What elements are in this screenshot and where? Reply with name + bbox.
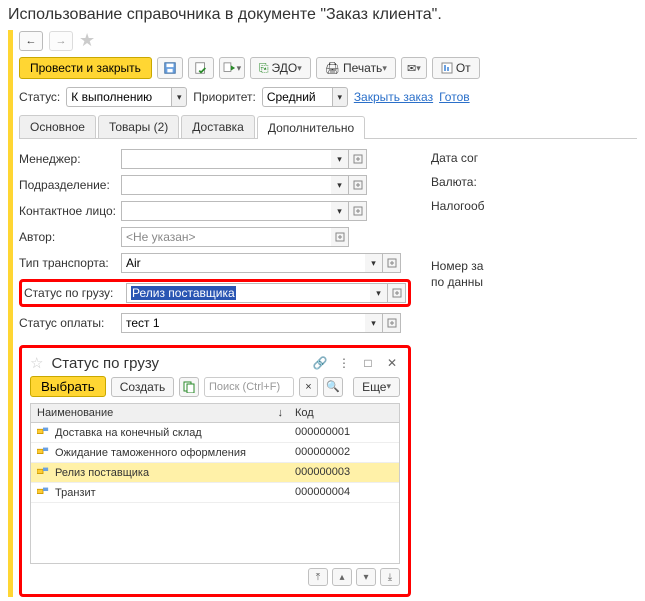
page-title: Использование справочника в документе "З… [8, 6, 637, 24]
cargo-status-highlight: Статус по грузу: Релиз поставщика ▾ [19, 279, 411, 307]
payment-status-dropdown-icon[interactable]: ▾ [365, 313, 383, 333]
post-button[interactable] [188, 57, 214, 79]
list-item-icon [37, 446, 51, 459]
contact-dropdown-icon[interactable]: ▾ [331, 201, 349, 221]
transport-input[interactable] [121, 253, 365, 273]
cargo-status-dropdown-icon[interactable]: ▾ [370, 283, 388, 303]
popup-table: Наименование↓ Код Доставка на конечный с… [30, 403, 400, 564]
col-name-header[interactable]: Наименование↓ [31, 404, 289, 422]
list-item-icon [37, 466, 51, 479]
popup-link-icon[interactable]: 🔗 [312, 356, 328, 370]
popup-title: Статус по грузу [51, 355, 304, 372]
create-from-button[interactable] [219, 57, 245, 79]
tab-0[interactable]: Основное [19, 115, 96, 138]
department-dropdown-icon[interactable]: ▾ [331, 175, 349, 195]
author-input[interactable] [121, 227, 331, 247]
table-row[interactable]: Ожидание таможенного оформления000000002 [31, 443, 399, 463]
date-agree-label: Дата сог [431, 151, 484, 165]
order-no-label: Номер за [431, 259, 484, 273]
save-button[interactable] [157, 57, 183, 79]
cargo-status-input[interactable]: Релиз поставщика [126, 283, 370, 303]
contact-input[interactable] [121, 201, 331, 221]
status-label: Статус: [19, 90, 60, 104]
close-order-link[interactable]: Закрыть заказ [354, 90, 433, 104]
select-button[interactable]: Выбрать [30, 376, 106, 397]
manager-dropdown-icon[interactable]: ▾ [331, 149, 349, 169]
payment-status-open-icon[interactable] [383, 313, 401, 333]
table-nav-up-icon[interactable]: ▴ [332, 568, 352, 586]
table-nav-bottom-icon[interactable]: ⤓ [380, 568, 400, 586]
back-button[interactable]: ← [19, 31, 43, 51]
department-label: Подразделение: [19, 178, 117, 192]
contact-label: Контактное лицо: [19, 204, 117, 218]
reports-button[interactable]: От [432, 57, 480, 79]
status-combo-dropdown-icon[interactable]: ▾ [171, 87, 187, 107]
priority-combo-dropdown-icon[interactable]: ▾ [332, 87, 348, 107]
transport-open-icon[interactable] [383, 253, 401, 273]
transport-dropdown-icon[interactable]: ▾ [365, 253, 383, 273]
author-label: Автор: [19, 230, 117, 244]
priority-combo[interactable] [262, 87, 332, 107]
transport-label: Тип транспорта: [19, 256, 117, 270]
department-open-icon[interactable] [349, 175, 367, 195]
payment-status-label: Статус оплаты: [19, 316, 117, 330]
table-row[interactable]: Транзит000000004 [31, 483, 399, 503]
popup-close-icon[interactable]: ✕ [384, 356, 400, 370]
cargo-status-open-icon[interactable] [388, 283, 406, 303]
col-code-header[interactable]: Код [289, 404, 399, 422]
popup-search-input[interactable]: Поиск (Ctrl+F) [204, 377, 294, 397]
author-open-icon[interactable] [331, 227, 349, 247]
search-button[interactable]: 🔍 [323, 377, 343, 397]
priority-label: Приоритет: [193, 90, 256, 104]
copy-button[interactable] [179, 377, 199, 397]
cargo-status-label: Статус по грузу: [24, 286, 122, 300]
status-combo[interactable] [66, 87, 171, 107]
ready-link[interactable]: Готов [439, 90, 470, 104]
popup-more-icon[interactable]: ⋮ [336, 356, 352, 370]
manager-label: Менеджер: [19, 152, 117, 166]
post-and-close-button[interactable]: Провести и закрыть [19, 57, 152, 79]
by-data-label: по данны [431, 275, 484, 289]
popup-window-icon[interactable]: □ [360, 356, 376, 370]
table-nav-top-icon[interactable]: ⤒ [308, 568, 328, 586]
tab-2[interactable]: Доставка [181, 115, 255, 138]
tax-label: Налогооб [431, 199, 484, 213]
cargo-status-popup: ☆ Статус по грузу 🔗 ⋮ □ ✕ Выбрать Создат… [24, 350, 406, 592]
print-button[interactable]: 🖨Печать [316, 57, 396, 79]
tab-3[interactable]: Дополнительно [257, 116, 365, 139]
table-nav-down-icon[interactable]: ▾ [356, 568, 376, 586]
manager-open-icon[interactable] [349, 149, 367, 169]
tab-1[interactable]: Товары (2) [98, 115, 179, 138]
popup-highlight: ☆ Статус по грузу 🔗 ⋮ □ ✕ Выбрать Создат… [19, 345, 411, 597]
clear-search-button[interactable]: × [299, 377, 319, 397]
manager-input[interactable] [121, 149, 331, 169]
list-item-icon [37, 426, 51, 439]
forward-button[interactable]: → [49, 31, 73, 51]
list-item-icon [37, 486, 51, 499]
table-row[interactable]: Доставка на конечный склад000000001 [31, 423, 399, 443]
table-row[interactable]: Релиз поставщика000000003 [31, 463, 399, 483]
edo-button[interactable]: ⎘ЭДО [250, 57, 311, 79]
currency-label: Валюта: [431, 175, 484, 189]
department-input[interactable] [121, 175, 331, 195]
create-button[interactable]: Создать [111, 377, 175, 397]
email-button[interactable]: ✉ [401, 57, 427, 79]
contact-open-icon[interactable] [349, 201, 367, 221]
more-button[interactable]: Еще [353, 377, 400, 397]
payment-status-input[interactable] [121, 313, 365, 333]
popup-favorite-icon[interactable]: ☆ [30, 354, 43, 372]
favorite-star-icon[interactable]: ★ [79, 30, 95, 51]
